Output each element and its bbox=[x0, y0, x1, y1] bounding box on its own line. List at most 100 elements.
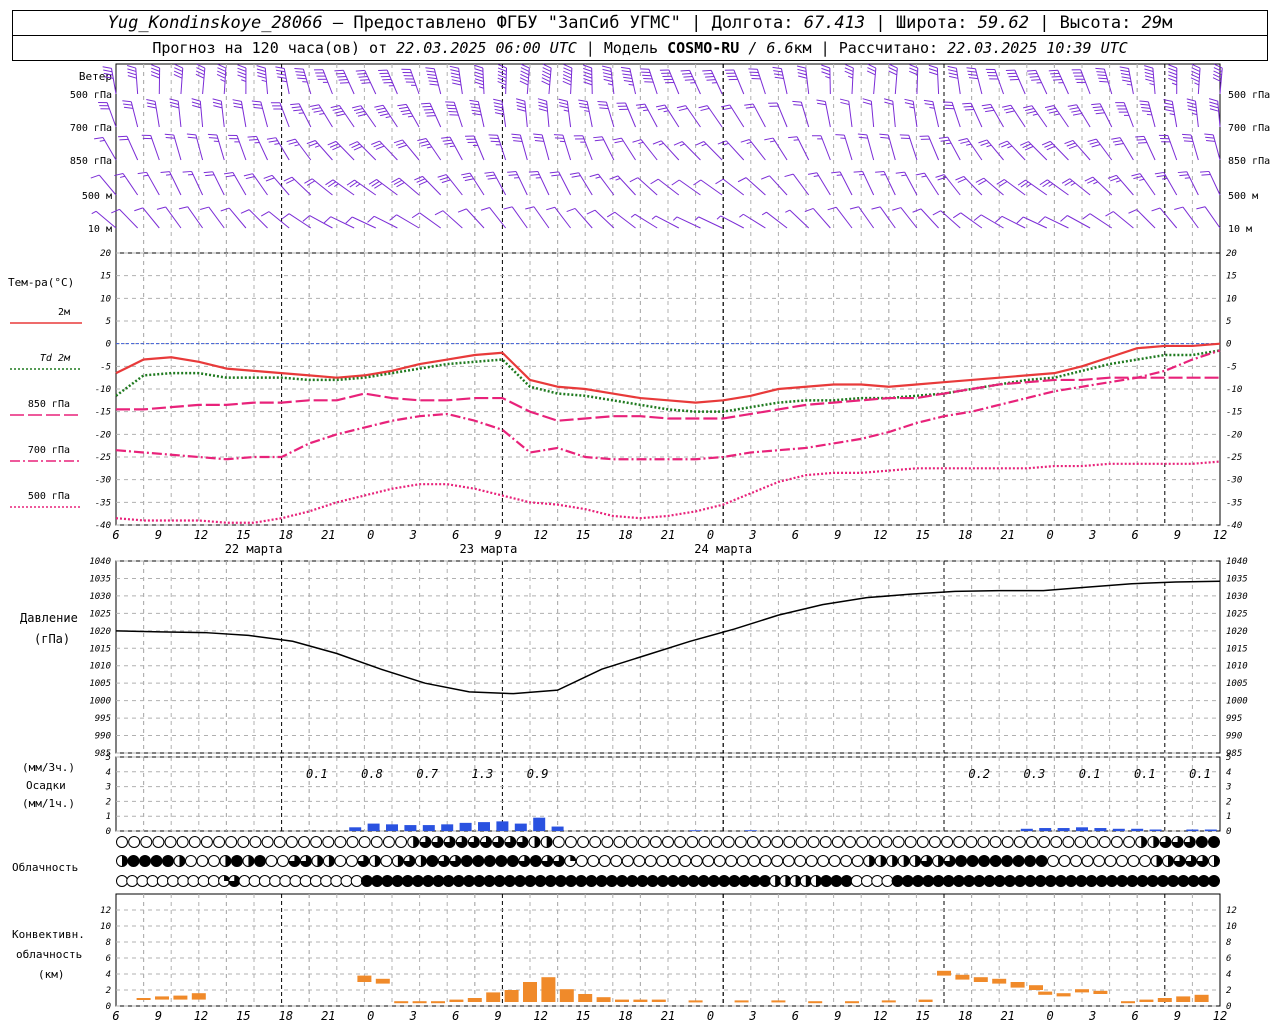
wind-barb bbox=[702, 69, 723, 95]
wind-barb-feather bbox=[503, 206, 513, 210]
cloud-symbol-fill bbox=[983, 875, 995, 887]
wind-barb-feather bbox=[1209, 104, 1219, 109]
cloud-symbol-fill bbox=[463, 875, 475, 887]
wind-barb bbox=[537, 98, 550, 128]
conv-bar bbox=[1121, 1001, 1135, 1004]
wind-barb-feather bbox=[474, 74, 484, 79]
wind-barb bbox=[928, 64, 940, 95]
wind-barb-half-feather bbox=[563, 109, 569, 112]
wind-barb-staff bbox=[574, 208, 593, 229]
pressure-ytick-right: 1040 bbox=[1226, 557, 1248, 567]
cloud-symbol-fill bbox=[1177, 875, 1189, 887]
conv-bar bbox=[633, 999, 648, 1002]
wind-barb-half-feather bbox=[99, 139, 105, 142]
wind-barb-feather bbox=[398, 144, 407, 149]
wind-barb-feather bbox=[367, 215, 375, 223]
wind-barb-feather bbox=[821, 71, 831, 76]
cloud-symbol bbox=[1001, 836, 1014, 848]
wind-barb-feather bbox=[671, 179, 680, 186]
cloud-symbol-fill bbox=[728, 875, 740, 887]
wind-barb-staff bbox=[442, 210, 463, 229]
wind-barb-feather bbox=[849, 206, 859, 210]
precip-total-label: 0.9 bbox=[527, 767, 549, 781]
wind-barb-staff bbox=[657, 178, 680, 196]
cloud-symbol-fill bbox=[443, 875, 455, 887]
wind-barb-staff bbox=[202, 68, 206, 95]
wind-barb-feather bbox=[788, 136, 798, 139]
temp-xtick: 0 bbox=[367, 528, 374, 542]
wind-barb bbox=[160, 171, 182, 196]
cloud-symbol bbox=[783, 836, 796, 848]
wind-barb-feather bbox=[693, 179, 702, 186]
wind-barb-feather bbox=[875, 171, 885, 173]
wind-barb-feather bbox=[464, 178, 474, 182]
wind-barb bbox=[883, 98, 896, 128]
wind-barb-staff bbox=[951, 102, 961, 128]
wind-barb-staff bbox=[180, 68, 184, 95]
conv-xtick: 9 bbox=[834, 1009, 841, 1023]
wind-barb-feather bbox=[195, 73, 205, 79]
wind-barb-feather bbox=[975, 177, 984, 183]
wind-barb-staff bbox=[537, 171, 550, 196]
wind-barb-feather bbox=[1094, 109, 1104, 112]
wind-barb-staff bbox=[634, 213, 658, 229]
wind-barb-feather bbox=[957, 178, 967, 183]
cloud-symbol bbox=[225, 836, 238, 848]
wind-barb-half-feather bbox=[607, 83, 613, 86]
wind-barb bbox=[724, 69, 745, 95]
conv-bar bbox=[523, 982, 537, 1002]
wind-barb-feather bbox=[151, 64, 160, 69]
wind-barb-staff bbox=[706, 105, 723, 128]
cloud-symbol bbox=[146, 875, 159, 887]
wind-barb-staff bbox=[419, 212, 441, 229]
wind-barb bbox=[562, 63, 573, 95]
wind-barb-feather bbox=[441, 136, 451, 139]
wind-barb-feather bbox=[422, 105, 432, 108]
wind-barb bbox=[862, 98, 875, 128]
wind-barb-feather bbox=[793, 104, 803, 106]
wind-barb-feather bbox=[603, 78, 613, 83]
wind-barb-feather bbox=[705, 76, 715, 78]
wind-barb-feather bbox=[426, 115, 436, 117]
wind-barb bbox=[899, 134, 918, 161]
wind-barb bbox=[612, 137, 636, 161]
temp-ytick-left: 10 bbox=[100, 294, 111, 304]
wind-barb-feather bbox=[1048, 110, 1058, 114]
cloud-symbol-fill bbox=[494, 875, 506, 887]
wind-barb-half-feather bbox=[1171, 82, 1177, 86]
conv-bar bbox=[1010, 982, 1025, 988]
wind-barb-feather bbox=[426, 70, 436, 73]
wind-barb-feather bbox=[1026, 110, 1036, 114]
wind-barb-staff bbox=[894, 68, 898, 95]
precip-bar bbox=[551, 826, 564, 831]
cloud-symbol-fill bbox=[718, 875, 730, 887]
wind-barb-staff bbox=[1159, 207, 1178, 229]
wind-barb bbox=[173, 63, 184, 95]
wind-barb-half-feather bbox=[274, 142, 280, 145]
wind-barb-feather bbox=[1177, 171, 1187, 174]
wind-barb-half-feather bbox=[119, 175, 126, 178]
wind-barb-staff bbox=[883, 171, 896, 196]
wind-barb-feather bbox=[722, 107, 732, 111]
conv-bar bbox=[596, 997, 611, 1002]
pressure-ytick-left: 1000 bbox=[89, 697, 111, 707]
cloud-symbol-part bbox=[397, 855, 404, 867]
day-label: 24 марта bbox=[694, 542, 752, 556]
wind-barb bbox=[760, 175, 788, 196]
wind-barb-staff bbox=[720, 215, 744, 229]
wind-barb bbox=[330, 105, 355, 128]
wind-barb-feather bbox=[740, 139, 750, 143]
wind-barb bbox=[434, 210, 463, 229]
wind-barb-half-feather bbox=[615, 177, 621, 181]
wind-barb-feather bbox=[297, 77, 307, 80]
wind-barb-staff bbox=[260, 101, 269, 128]
wind-barb bbox=[374, 104, 398, 128]
wind-barb bbox=[421, 102, 442, 128]
precip-ylabel-3: (мм/1ч.) bbox=[22, 797, 75, 810]
cloud-symbol bbox=[795, 836, 808, 848]
wind-barb-feather bbox=[396, 182, 405, 188]
wind-barb-feather bbox=[623, 76, 633, 80]
precip-total-label: 0.1 bbox=[1189, 767, 1211, 781]
wind-barb bbox=[839, 98, 853, 128]
wind-barb bbox=[804, 207, 831, 229]
